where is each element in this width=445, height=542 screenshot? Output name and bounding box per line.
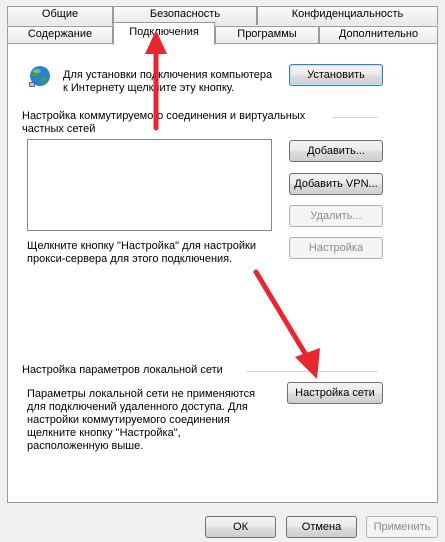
connections-list[interactable] — [27, 139, 272, 231]
dialup-separator — [333, 117, 378, 118]
globe-network-icon — [27, 64, 53, 90]
lan-note-line-5: расположенную выше. — [27, 440, 144, 452]
setup-button[interactable]: Установить — [289, 64, 383, 86]
remove-connection-button[interactable]: Удалить... — [289, 205, 383, 227]
add-connection-button[interactable]: Добавить... — [289, 140, 383, 162]
lan-separator — [246, 371, 378, 372]
tab-general[interactable]: Общие — [7, 6, 113, 25]
setup-text-line-2: к Интернету щелкните эту кнопку. — [63, 82, 235, 94]
connections-panel: Для установки подключения компьютера к И… — [7, 43, 438, 503]
tab-connections[interactable]: Подключения — [113, 22, 215, 45]
tab-content[interactable]: Содержание — [7, 26, 113, 44]
cancel-button[interactable]: Отмена — [286, 516, 357, 538]
tab-programs[interactable]: Программы — [215, 26, 319, 44]
tab-advanced[interactable]: Дополнительно — [319, 26, 438, 44]
lan-settings-button[interactable]: Настройка сети — [287, 382, 383, 404]
dialup-section-title-line-2: частных сетей — [22, 123, 96, 135]
lan-note-line-4: щелкните кнопку "Настройка", — [27, 427, 181, 439]
ok-button[interactable]: ОК — [205, 516, 276, 538]
dialup-section-title-line-1: Настройка коммутируемого соединения и ви… — [22, 110, 306, 122]
lan-section-title: Настройка параметров локальной сети — [22, 364, 223, 376]
lan-note-line-2: для подключений удаленного доступа. Для — [27, 401, 248, 413]
proxy-note-line-1: Щелкните кнопку "Настройка" для настройк… — [27, 240, 256, 252]
lan-note-line-3: настройки коммутируемого соединения — [27, 414, 230, 426]
add-vpn-button[interactable]: Добавить VPN... — [289, 173, 383, 195]
lan-note-line-1: Параметры локальной сети не применяются — [27, 388, 256, 400]
apply-button[interactable]: Применить — [366, 516, 438, 538]
setup-text-line-1: Для установки подключения компьютера — [63, 69, 273, 81]
dialup-settings-button[interactable]: Настройка — [289, 237, 383, 259]
proxy-note-line-2: прокси-сервера для этого подключения. — [27, 253, 233, 265]
tab-privacy[interactable]: Конфиденциальность — [257, 6, 438, 25]
